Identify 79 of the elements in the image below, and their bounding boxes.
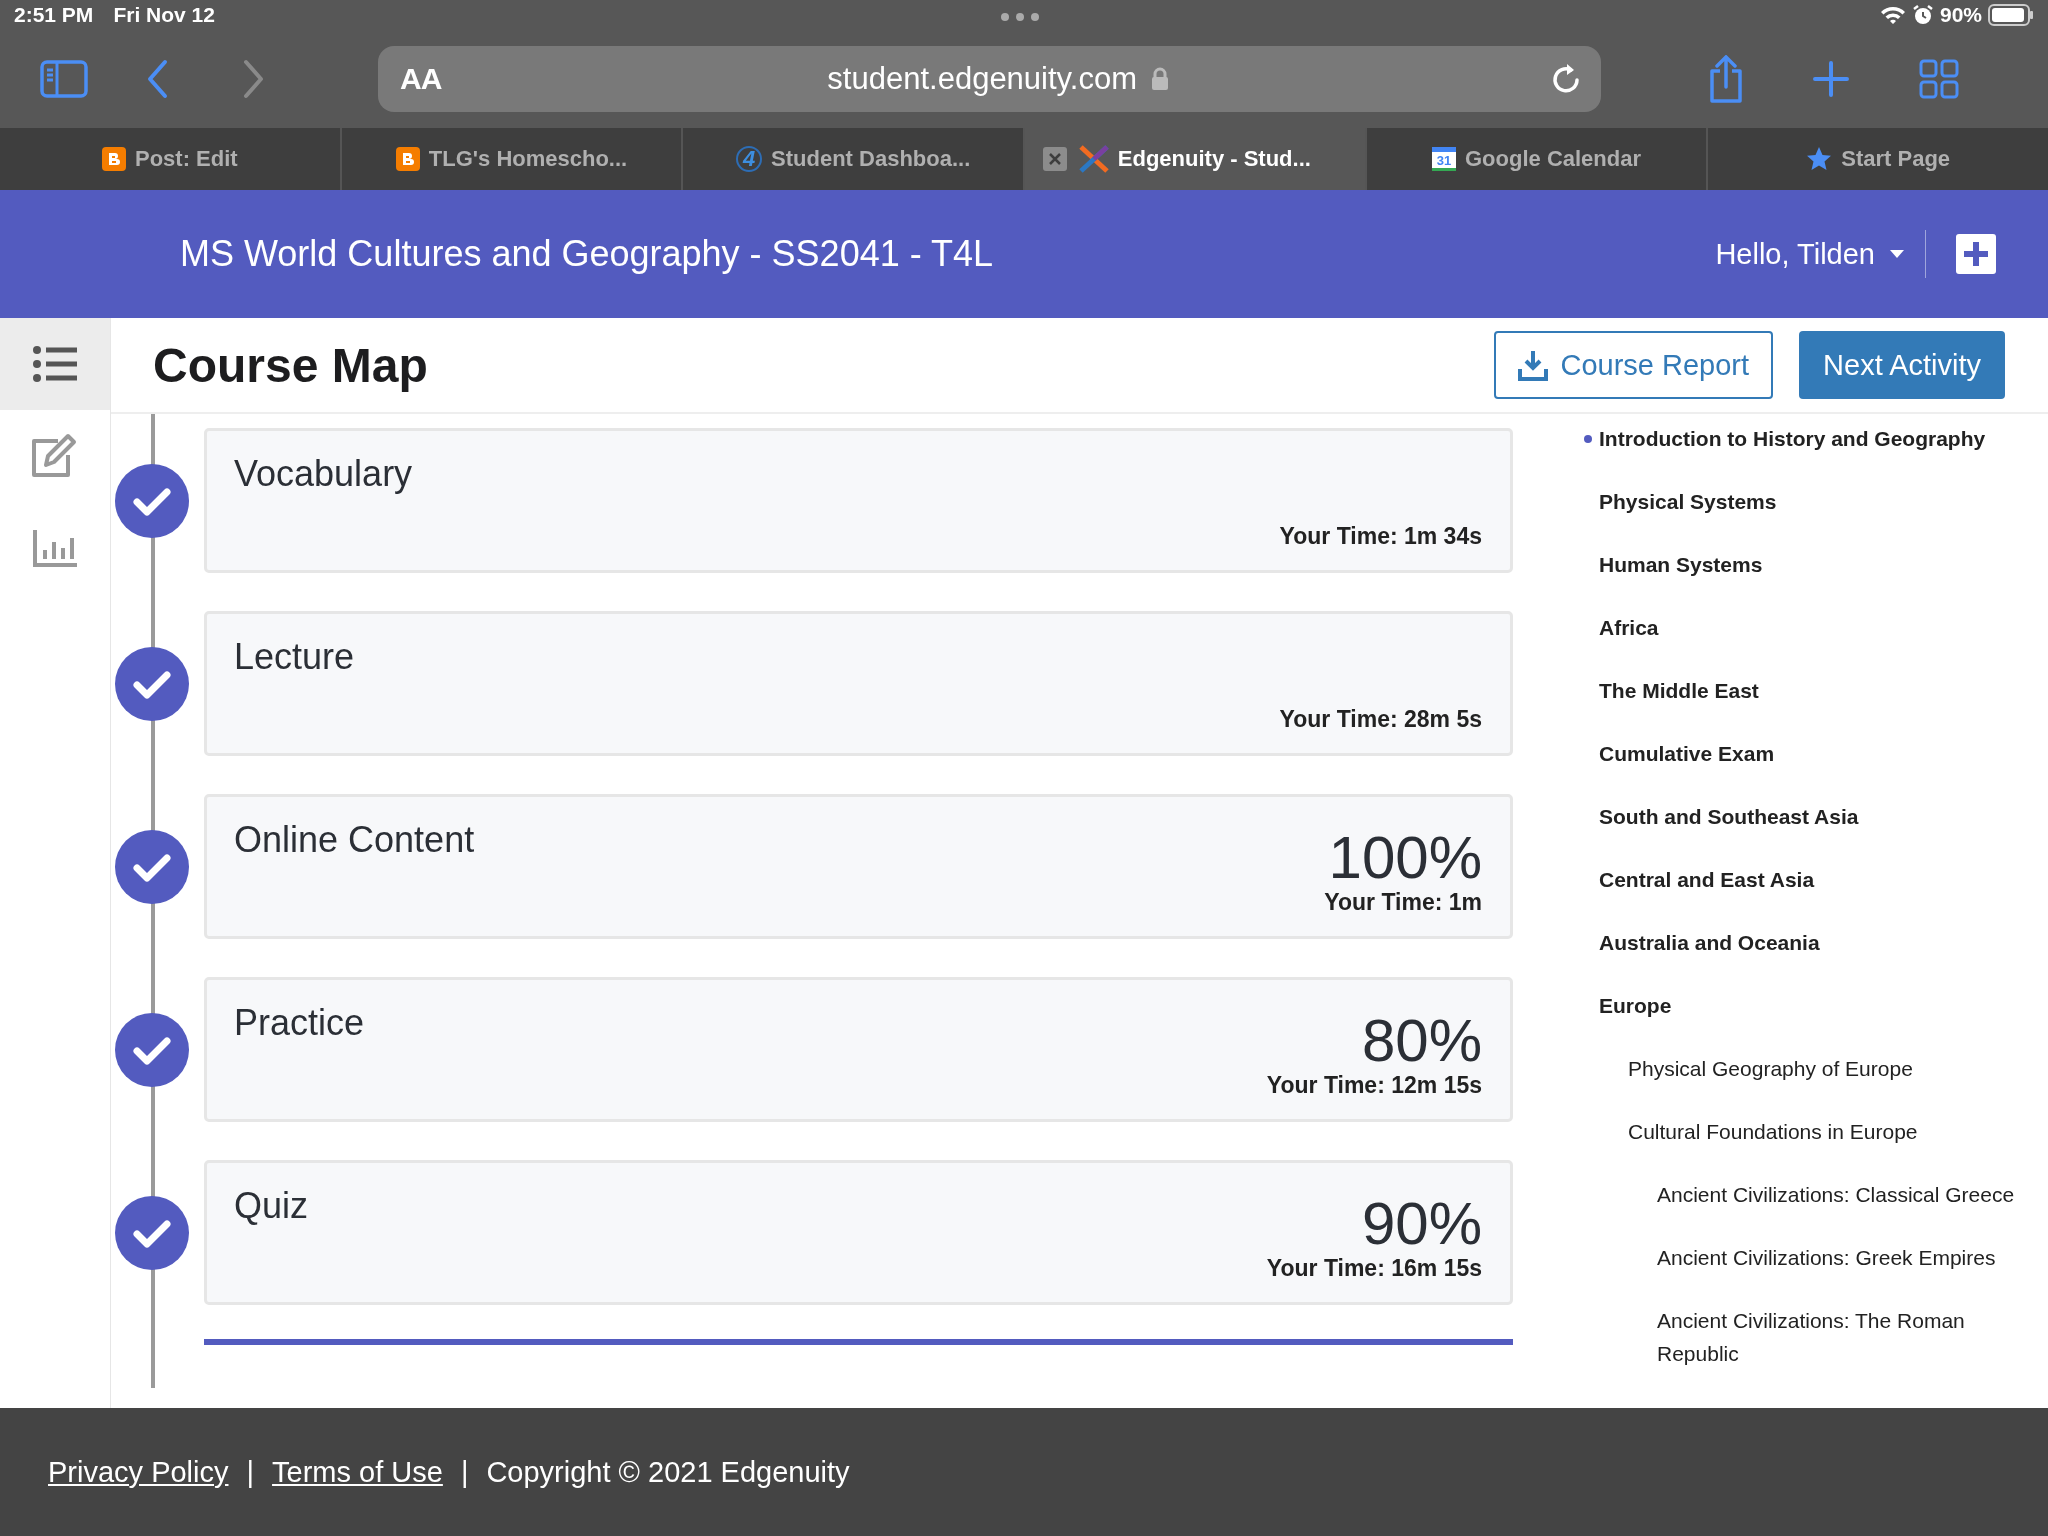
sidebar-icon[interactable] xyxy=(40,60,88,98)
forward-icon[interactable] xyxy=(243,59,265,99)
activity-title: Practice xyxy=(234,1002,365,1044)
activity-time: Your Time: 1m xyxy=(1324,889,1482,916)
footer-separator: | xyxy=(460,1455,469,1489)
activity-time: Your Time: 28m 5s xyxy=(1279,706,1482,733)
blogger-icon xyxy=(395,147,420,171)
footer-separator: | xyxy=(246,1455,255,1489)
bar-chart-icon xyxy=(32,528,78,568)
outline-link[interactable]: Europe xyxy=(1584,989,2028,1022)
tab-title: Google Calendar xyxy=(1465,146,1642,172)
tab-title: Post: Edit xyxy=(135,146,238,172)
status-time: 2:51 PM xyxy=(14,3,94,27)
outline-link[interactable]: Central and East Asia xyxy=(1584,863,2028,896)
copyright-text: Copyright © 2021 Edgenuity xyxy=(486,1455,850,1489)
text-size-button[interactable]: AA xyxy=(396,62,446,96)
activity-card[interactable]: Vocabulary Your Time: 1m 34s xyxy=(204,428,1513,573)
activity-card[interactable]: Lecture Your Time: 28m 5s xyxy=(204,611,1513,756)
caret-icon xyxy=(1889,249,1905,259)
dashboard-logo-icon: 4 xyxy=(736,146,763,172)
activity-time: Your Time: 1m 34s xyxy=(1279,523,1482,550)
status-date: Fri Nov 12 xyxy=(113,3,215,27)
battery-percent: 90% xyxy=(1939,3,1982,27)
outline-link[interactable]: Physical Systems xyxy=(1584,485,2028,518)
tab-title: Start Page xyxy=(1841,146,1951,172)
alarm-clock-icon xyxy=(1911,4,1934,26)
outline-link[interactable]: Cultural Foundations in Europe xyxy=(1613,1115,2028,1148)
download-icon xyxy=(1518,349,1549,381)
page-title: Course Map xyxy=(153,337,428,393)
footer-link[interactable]: Privacy Policy xyxy=(48,1455,229,1489)
plus-icon[interactable] xyxy=(1813,61,1849,97)
browser-tab[interactable]: Edgenuity - Stud... xyxy=(1025,128,1367,190)
add-icon[interactable] xyxy=(1956,234,1996,274)
activity-title: Vocabulary xyxy=(234,453,413,495)
activity-title: Quiz xyxy=(234,1185,309,1227)
outline-link[interactable]: Ancient Civilizations: Classical Greece xyxy=(1642,1178,2028,1211)
outline-link[interactable]: Australia and Oceania xyxy=(1584,926,2028,959)
sidebar-nav-item[interactable] xyxy=(0,318,110,410)
share-icon[interactable] xyxy=(1708,55,1744,103)
calendar-icon: 31 xyxy=(1432,147,1456,171)
activity-card[interactable]: Practice 80% Your Time: 12m 15s xyxy=(204,977,1513,1122)
address-bar[interactable]: AA student.edgenuity.com xyxy=(378,46,1601,112)
outline-link[interactable]: Physical Geography of Europe xyxy=(1613,1052,2028,1085)
outline-link[interactable]: Human Systems xyxy=(1584,548,2028,581)
course-title: MS World Cultures and Geography - SS2041 - T4L xyxy=(180,233,994,275)
close-icon[interactable] xyxy=(1043,147,1067,171)
tab-grid-icon[interactable] xyxy=(1919,59,1959,99)
activity-card[interactable]: Quiz 90% Your Time: 16m 15s xyxy=(204,1160,1513,1305)
battery-icon xyxy=(1988,4,2034,26)
more-icon xyxy=(1000,12,1040,22)
footer-link[interactable]: Terms of Use xyxy=(272,1455,443,1489)
back-icon[interactable] xyxy=(146,59,168,99)
outline-link[interactable]: Africa xyxy=(1584,611,2028,644)
url-text: student.edgenuity.com xyxy=(827,61,1137,97)
activity-score: 90% xyxy=(1361,1192,1482,1255)
edgenuity-logo-icon xyxy=(1078,145,1109,173)
wifi-icon xyxy=(1879,5,1906,25)
activity-title: Online Content xyxy=(234,819,475,861)
next-activity-button[interactable]: Next Activity xyxy=(1799,331,2005,399)
tab-title: Student Dashboa... xyxy=(771,146,971,172)
lock-icon xyxy=(1151,67,1169,91)
outline-link[interactable]: Cumulative Exam xyxy=(1584,737,2028,770)
tab-title: Edgenuity - Stud... xyxy=(1117,146,1311,172)
outline-link[interactable]: Ancient Civilizations: The Roman Republic xyxy=(1642,1304,2028,1370)
activity-title: Lecture xyxy=(234,636,355,678)
outline-link[interactable]: South and Southeast Asia xyxy=(1584,800,2028,833)
activity-score: 80% xyxy=(1361,1009,1482,1072)
outline-link[interactable]: Ancient Civilizations: Greek Empires xyxy=(1642,1241,2028,1274)
course-report-button[interactable]: Course Report xyxy=(1494,331,1774,399)
list-icon xyxy=(32,345,78,383)
outline-link[interactable]: Introduction to History and Geography xyxy=(1584,422,2028,455)
activity-score: 100% xyxy=(1328,826,1482,889)
activity-time: Your Time: 16m 15s xyxy=(1266,1255,1482,1282)
blogger-icon xyxy=(102,147,126,171)
tab-title: TLG's Homescho... xyxy=(428,146,628,172)
activity-time: Your Time: 12m 15s xyxy=(1266,1072,1482,1099)
activity-card[interactable]: Online Content 100% Your Time: 1m xyxy=(204,794,1513,939)
user-menu-button[interactable]: Hello, Tilden xyxy=(1715,237,1925,271)
outline-link[interactable]: The Middle East xyxy=(1584,674,2028,707)
